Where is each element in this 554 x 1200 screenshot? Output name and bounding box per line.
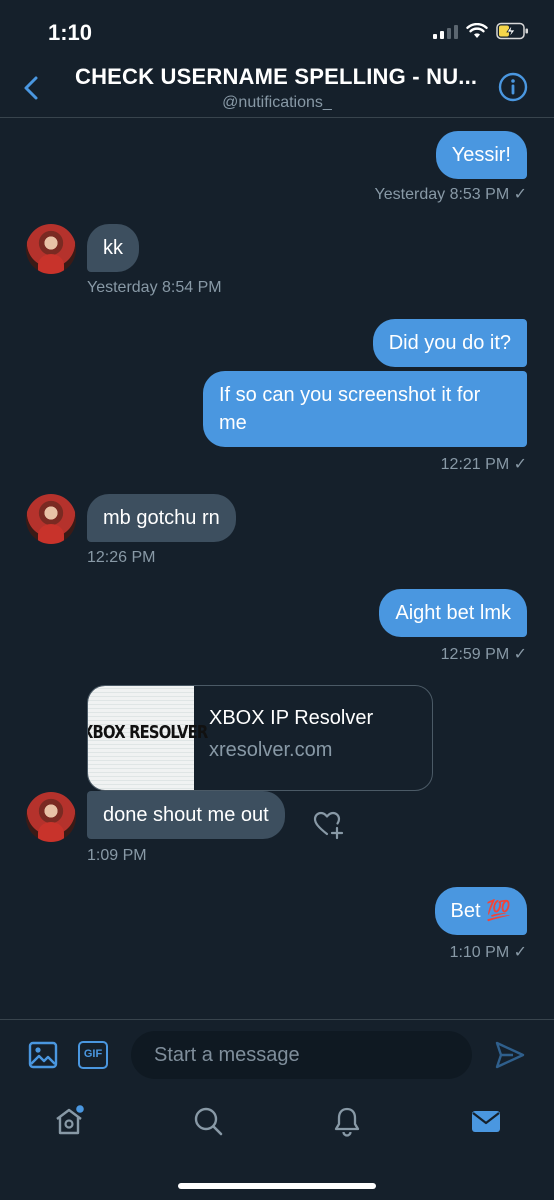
message-bubble-incoming[interactable]: mb gotchu rn <box>87 494 236 542</box>
message-bubble-outgoing[interactable]: If so can you screenshot it for me <box>203 371 527 447</box>
link-preview-title: XBOX IP Resolver <box>209 707 374 729</box>
message-timestamp: 12:26 PM <box>87 549 156 566</box>
send-icon[interactable] <box>494 1040 526 1070</box>
battery-charging-icon <box>496 22 528 40</box>
avatar[interactable] <box>26 494 76 544</box>
status-time: 1:10 <box>48 20 93 45</box>
gif-icon[interactable]: GIF <box>78 1041 108 1069</box>
home-icon[interactable] <box>53 1105 85 1137</box>
conversation-title[interactable]: CHECK USERNAME SPELLING - NU... <box>75 64 487 90</box>
avatar[interactable] <box>26 792 76 842</box>
message-bubble-outgoing[interactable]: Aight bet lmk <box>379 589 527 637</box>
message-bubble-outgoing[interactable]: Did you do it? <box>372 319 527 367</box>
link-preview-thumbnail-text: XBOX RESOLVER <box>87 722 208 743</box>
message-timestamp: 12:59 PM ✓ <box>440 646 527 663</box>
message-bubble-outgoing[interactable]: Bet 💯 <box>434 887 527 935</box>
link-preview-card[interactable]: XBOX RESOLVER XBOX IP Resolver xresolver… <box>87 685 433 791</box>
image-icon[interactable] <box>28 1040 58 1070</box>
add-reaction-heart-icon[interactable] <box>312 808 344 840</box>
link-preview-thumbnail: XBOX RESOLVER <box>87 686 208 790</box>
message-input[interactable] <box>131 1031 472 1079</box>
message-timestamp: 1:09 PM <box>87 847 147 864</box>
message-composer: GIF <box>0 1019 554 1089</box>
message-timestamp: Yesterday 8:53 PM ✓ <box>374 186 527 203</box>
home-indicator[interactable] <box>178 1183 376 1189</box>
message-timestamp: 12:21 PM ✓ <box>440 456 527 473</box>
message-bubble-outgoing[interactable]: Yessir! <box>435 131 527 179</box>
notifications-bell-icon[interactable] <box>331 1105 363 1137</box>
info-icon[interactable] <box>498 72 528 102</box>
avatar[interactable] <box>26 224 76 274</box>
link-preview-domain: xresolver.com <box>209 739 333 761</box>
messages-envelope-icon[interactable] <box>470 1105 502 1137</box>
search-icon[interactable] <box>192 1105 224 1137</box>
message-timestamp: 1:10 PM ✓ <box>449 944 527 961</box>
message-bubble-incoming[interactable]: kk <box>87 224 139 272</box>
conversation-handle: @nutifications_ <box>222 94 332 111</box>
status-icons <box>433 22 530 40</box>
cellular-signal-icon <box>433 23 458 39</box>
wifi-icon <box>466 23 488 38</box>
status-bar: 1:10 <box>0 0 554 64</box>
conversation-header: CHECK USERNAME SPELLING - NU... @nutific… <box>0 56 554 118</box>
message-timestamp: Yesterday 8:54 PM <box>87 279 222 296</box>
message-bubble-incoming[interactable]: done shout me out <box>87 791 285 839</box>
